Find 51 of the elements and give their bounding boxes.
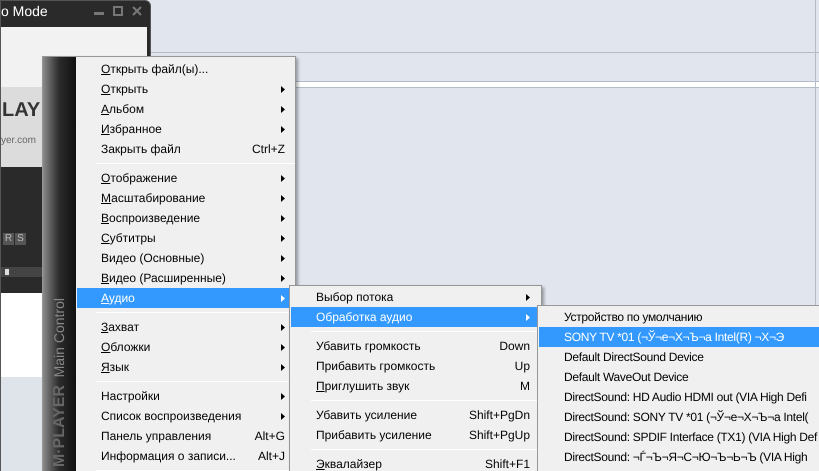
menu-item[interactable]: Открыть <box>77 79 295 99</box>
menu-item[interactable]: Убавить громкость Down <box>291 336 540 356</box>
submenu-arrow-icon <box>281 364 285 370</box>
submenu-arrow-icon <box>526 314 530 320</box>
maximize-icon[interactable] <box>113 6 123 16</box>
window-title: o Mode <box>1 2 48 20</box>
submenu-arrow-icon <box>281 392 285 400</box>
menu-item[interactable]: Видео (Расширенные) <box>77 268 295 288</box>
submenu-arrow-icon <box>281 324 285 330</box>
submenu-arrow-icon <box>281 194 285 202</box>
menu-item[interactable]: Эквалайзер Shift+F1 <box>291 454 540 471</box>
close-icon[interactable] <box>132 6 142 16</box>
logo-url: yer.com <box>1 134 36 148</box>
submenu-arrow-icon <box>281 294 285 302</box>
menu-item[interactable]: Альбом <box>77 99 295 119</box>
strip-brand: M·PLAYER <box>50 384 68 467</box>
menu-item[interactable]: Воспроизведение <box>77 208 295 228</box>
menu-item[interactable]: Устройство по умолчанию <box>539 307 819 327</box>
menu-item[interactable]: DirectSound: ¬Ѓ¬Ъ¬Я¬С¬Ю¬Ъ¬Ь¬Ъ (VIA High <box>539 447 819 467</box>
menu-item[interactable]: Масштабирование <box>77 188 295 208</box>
submenu-arrow-icon <box>281 126 285 132</box>
submenu-arrow-icon <box>281 234 285 242</box>
strip-caption: Main Control <box>50 298 68 377</box>
menu-item[interactable]: DirectSound: HD Audio HDMI out (VIA High Defi <box>539 387 819 407</box>
menu-item[interactable]: Default DirectSound Device <box>539 347 819 367</box>
submenu-arrow-icon <box>281 412 285 420</box>
menu-item[interactable]: Прибавить усиление Shift+PgUp <box>291 425 540 445</box>
menu-item[interactable]: Субтитры <box>77 228 295 248</box>
menu-item[interactable]: Избранное <box>77 119 295 139</box>
submenu-arrow-icon <box>281 86 285 92</box>
menu-item[interactable]: Приглушить звук M <box>291 376 540 396</box>
submenu-arrow-icon <box>281 274 285 282</box>
menu-item[interactable]: DirectSound: SONY TV *01 (¬Ў¬е¬Х¬Ъ¬а Intel( <box>539 407 819 427</box>
menu-item[interactable]: Открыть файл(ы)... <box>77 59 295 79</box>
submenu-arrow-icon <box>281 214 285 222</box>
menu-item[interactable]: Убавить усиление Shift+PgDn <box>291 405 540 425</box>
logo-text: LAY <box>2 98 40 123</box>
submenu-arrow-icon <box>281 174 285 182</box>
menu-item[interactable]: Default WaveOut Device <box>539 367 819 387</box>
player-button[interactable]: R <box>3 233 14 245</box>
submenu-arrow-icon <box>281 106 285 112</box>
submenu-arrow-icon <box>526 294 530 300</box>
menu-item[interactable]: Прибавить громкость Up <box>291 356 540 376</box>
player-button[interactable]: S <box>15 233 26 245</box>
submenu-arrow-icon <box>281 344 285 350</box>
menu-item[interactable]: Закрыть файл Ctrl+Z <box>77 139 295 159</box>
submenu-arrow-icon <box>281 254 285 262</box>
menu-item[interactable]: Видео (Основные) <box>77 248 295 268</box>
seek-bar[interactable] <box>1 267 43 277</box>
menu-item[interactable]: DirectSound: SPDIF Interface (TX1) (VIA High Def <box>539 427 819 447</box>
menu-item[interactable]: Отображение <box>77 168 295 188</box>
